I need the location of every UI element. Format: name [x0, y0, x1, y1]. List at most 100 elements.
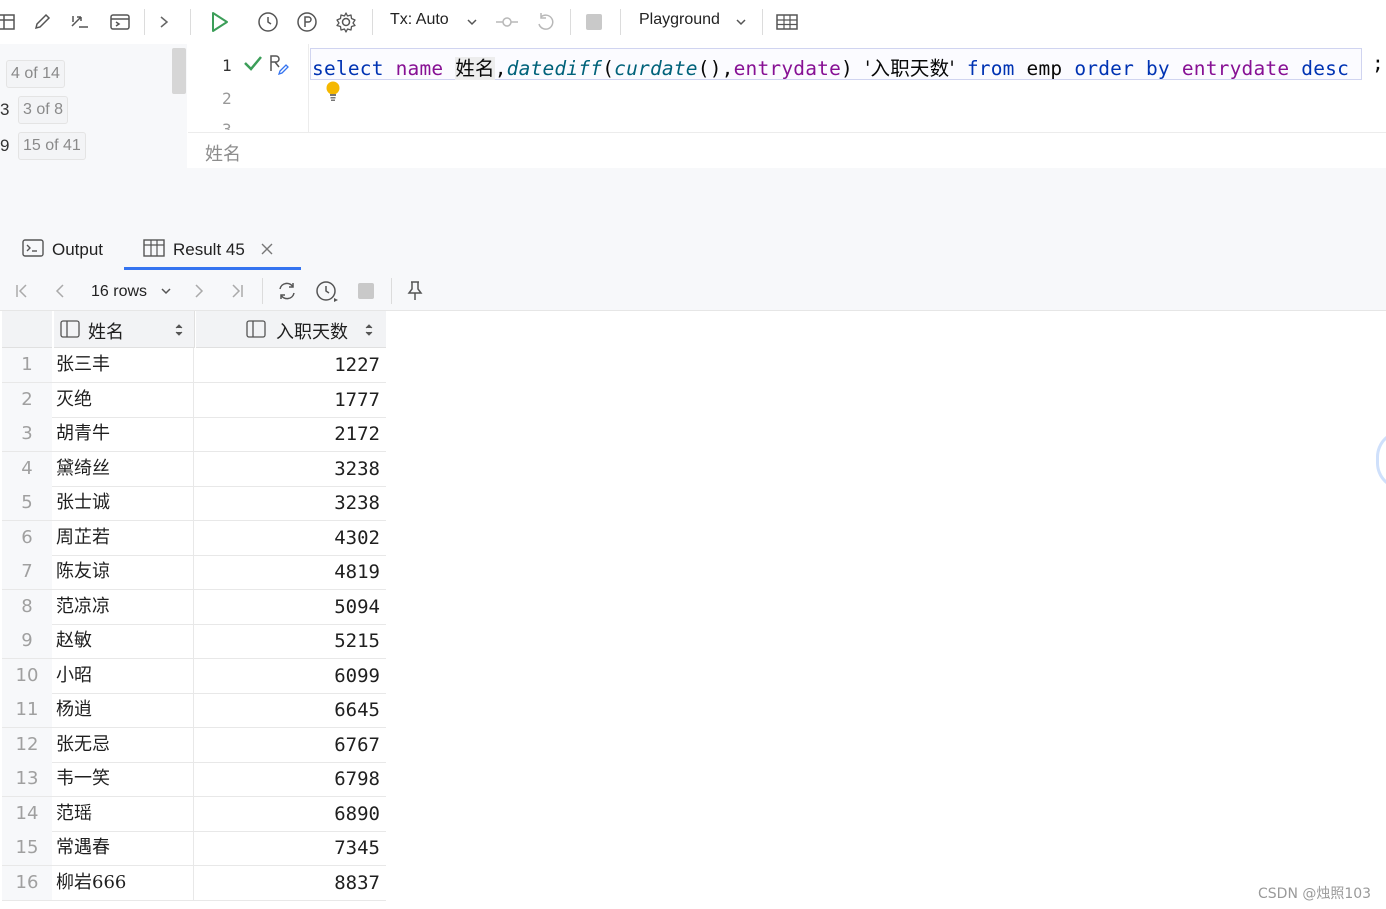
table-row[interactable]: 6 周芷若 4302 — [2, 520, 386, 556]
next-page-icon[interactable] — [185, 277, 213, 305]
row-number: 16 — [2, 865, 52, 900]
cell-name[interactable]: 范瑶 — [54, 796, 194, 831]
cell-days[interactable]: 6798 — [196, 762, 386, 796]
cell-days[interactable]: 1777 — [196, 383, 386, 417]
column-header-days[interactable]: 入职天数 — [196, 311, 386, 348]
pin-tab-icon[interactable] — [401, 277, 429, 305]
sort-icon[interactable] — [364, 322, 374, 341]
column-header-name[interactable]: 姓名 — [54, 311, 195, 348]
compare-arrows-icon[interactable] — [66, 8, 94, 36]
table-icon[interactable] — [0, 8, 20, 36]
commit-icon[interactable] — [493, 8, 521, 36]
table-row[interactable]: 11 杨逍 6645 — [2, 693, 386, 728]
console-window-icon[interactable] — [106, 8, 134, 36]
cell-days[interactable]: 6099 — [196, 659, 386, 693]
cell-days[interactable]: 7345 — [196, 831, 386, 865]
sort-icon[interactable] — [174, 322, 184, 341]
table-row[interactable]: 12 张无忌 6767 — [2, 727, 386, 763]
cell-days[interactable]: 8837 — [196, 866, 386, 900]
counter-edge-label: 3 — [0, 100, 10, 119]
query-result-link-icon[interactable] — [268, 53, 290, 79]
left-scrollbar[interactable] — [172, 48, 186, 94]
cell-days[interactable]: 5094 — [196, 590, 386, 624]
grid-view-icon[interactable] — [773, 8, 801, 36]
floating-assistant-button[interactable] — [1376, 430, 1386, 490]
cell-name[interactable]: 杨逍 — [54, 693, 194, 727]
history-clock-icon[interactable] — [313, 277, 341, 305]
table-row[interactable]: 14 范瑶 6890 — [2, 796, 386, 832]
cell-name[interactable]: 赵敏 — [54, 624, 194, 658]
cell-days[interactable]: 6767 — [196, 728, 386, 762]
cell-days[interactable]: 4819 — [196, 555, 386, 589]
table-row[interactable]: 5 张士诚 3238 — [2, 486, 386, 521]
table-row[interactable]: 16 柳岩666 8837 — [2, 865, 386, 901]
cell-name[interactable]: 韦一笑 — [54, 762, 194, 796]
row-number: 4 — [2, 451, 52, 486]
table-row[interactable]: 15 常遇春 7345 — [2, 831, 386, 866]
intention-lightbulb-icon[interactable] — [324, 80, 342, 108]
cell-days[interactable]: 2172 — [196, 417, 386, 451]
cell-days[interactable]: 6890 — [196, 797, 386, 831]
cell-name[interactable]: 周芷若 — [54, 520, 194, 555]
cell-name[interactable]: 柳岩666 — [54, 865, 194, 900]
chevron-down-icon[interactable] — [727, 8, 755, 36]
table-row[interactable]: 3 胡青牛 2172 — [2, 417, 386, 452]
cell-name[interactable]: 张士诚 — [54, 486, 194, 520]
cell-days[interactable]: 6645 — [196, 693, 386, 727]
chevron-down-icon[interactable] — [458, 8, 486, 36]
cell-name[interactable]: 张无忌 — [54, 727, 194, 762]
cell-name[interactable]: 张三丰 — [54, 348, 194, 382]
table-row[interactable]: 8 范凉凉 5094 — [2, 589, 386, 625]
table-row[interactable]: 9 赵敏 5215 — [2, 624, 386, 659]
table-row[interactable]: 13 韦一笑 6798 — [2, 762, 386, 797]
refresh-icon[interactable] — [273, 277, 301, 305]
close-tab-icon[interactable] — [261, 240, 273, 260]
cell-name[interactable]: 小昭 — [54, 658, 194, 693]
list-item[interactable]: 4 of 14 — [0, 60, 170, 88]
table-row[interactable]: 4 黛绮丝 3238 — [2, 451, 386, 487]
table-row[interactable]: 7 陈友谅 4819 — [2, 555, 386, 590]
table-row[interactable]: 10 小昭 6099 — [2, 658, 386, 694]
cell-days[interactable]: 5215 — [196, 624, 386, 658]
result-grid: 姓名 入职天数 1 张三丰 1227 2 灭绝 1777 3 胡青牛 2172 4 黛绮丝 3238 5… — [2, 311, 386, 901]
table-row[interactable]: 2 灭绝 1777 — [2, 382, 386, 418]
cell-name[interactable]: 灭绝 — [54, 382, 194, 417]
stop-square-icon[interactable] — [352, 277, 380, 305]
explain-plan-icon[interactable] — [293, 8, 321, 36]
cell-days[interactable]: 1227 — [196, 348, 386, 382]
list-item[interactable]: 3 3 of 8 — [0, 96, 170, 124]
history-clock-icon[interactable] — [254, 8, 282, 36]
cell-name[interactable]: 胡青牛 — [54, 417, 194, 451]
cell-days[interactable]: 3238 — [196, 452, 386, 486]
match-counter: 4 of 14 — [6, 60, 65, 88]
rollback-undo-icon[interactable] — [532, 8, 560, 36]
settings-gear-icon[interactable] — [332, 8, 360, 36]
chevron-right-icon[interactable] — [150, 8, 178, 36]
chevron-down-icon[interactable] — [152, 277, 180, 305]
edit-pencil-icon[interactable] — [28, 8, 56, 36]
cell-name[interactable]: 陈友谅 — [54, 555, 194, 589]
row-number: 6 — [2, 520, 52, 555]
sql-query-text[interactable]: select name 姓名,datediff(curdate(),entryd… — [312, 52, 1349, 81]
cell-days[interactable]: 4302 — [196, 521, 386, 555]
previous-page-icon[interactable] — [46, 277, 74, 305]
session-playground-dropdown[interactable]: Playground — [639, 11, 720, 29]
run-play-icon[interactable] — [205, 8, 233, 36]
panel-splitter[interactable] — [0, 168, 1386, 231]
cell-name[interactable]: 范凉凉 — [54, 589, 194, 624]
row-count-dropdown[interactable]: 16 rows — [91, 283, 147, 301]
list-item[interactable]: 9 15 of 41 — [0, 132, 170, 160]
tab-output[interactable]: Output — [22, 230, 103, 270]
cell-days[interactable]: 3238 — [196, 486, 386, 520]
tab-result[interactable]: Result 45 — [143, 230, 273, 270]
stop-square-icon[interactable] — [580, 8, 608, 36]
first-page-icon[interactable] — [8, 277, 36, 305]
cell-name[interactable]: 常遇春 — [54, 831, 194, 865]
table-row[interactable]: 1 张三丰 1227 — [2, 348, 386, 383]
keyword-from: from — [966, 57, 1015, 80]
last-page-icon[interactable] — [223, 277, 251, 305]
row-number: 8 — [2, 589, 52, 624]
transaction-mode-dropdown[interactable]: Tx: Auto — [390, 11, 449, 29]
cell-name[interactable]: 黛绮丝 — [54, 451, 194, 486]
column-header-label: 姓名 — [88, 322, 124, 343]
